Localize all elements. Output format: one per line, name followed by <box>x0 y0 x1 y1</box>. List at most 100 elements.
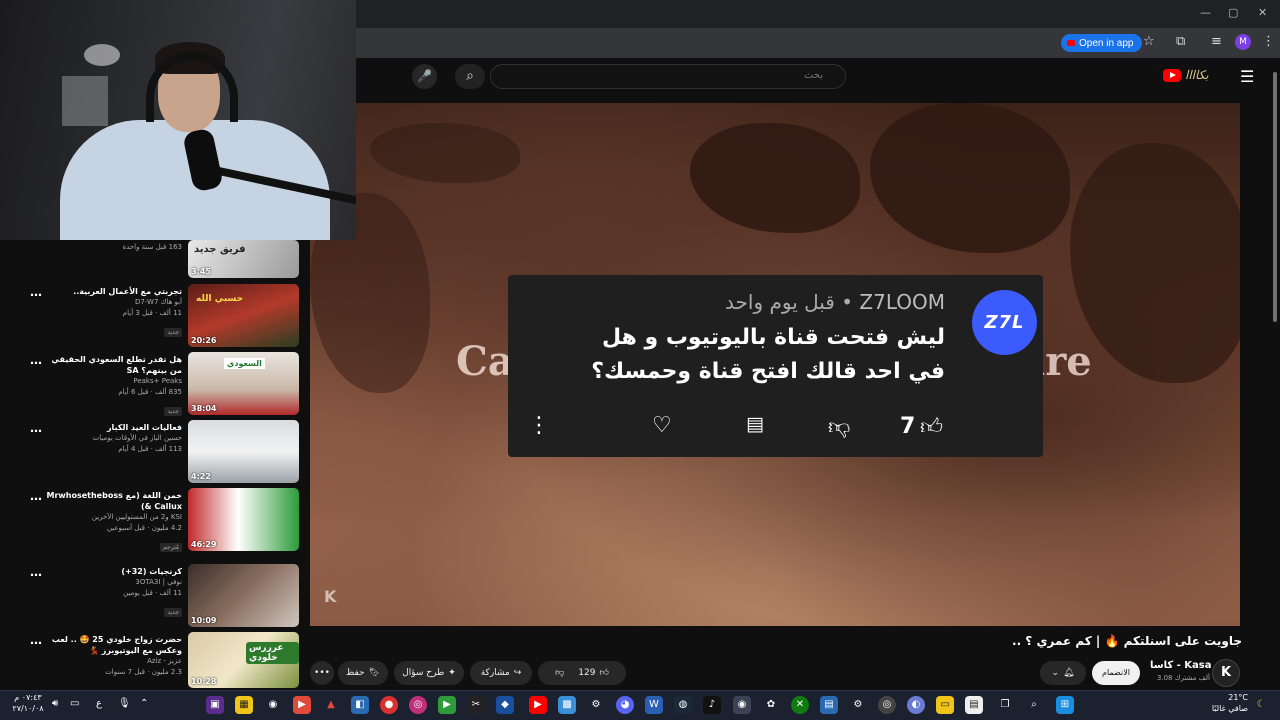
chrome-icon[interactable]: ◉ <box>733 696 751 714</box>
more-options-icon[interactable]: ⋯ <box>30 288 42 302</box>
more-options-icon[interactable]: ⋯ <box>30 492 42 506</box>
search-input[interactable]: بحث <box>490 64 846 89</box>
more-actions-button[interactable]: ••• <box>310 661 334 685</box>
chevron-up-icon[interactable]: ⌃ <box>140 698 148 709</box>
photos-icon[interactable]: ▩ <box>558 696 576 714</box>
steam-icon[interactable]: ◍ <box>674 696 692 714</box>
video-thumbnail[interactable]: 10:09 <box>188 564 299 627</box>
video-stats: 4.2 مليون · قبل أسبوعين <box>106 524 182 532</box>
taskbar-clock[interactable]: ٠٧:٤٣ م ٢٧/١٠/٠٨ <box>8 692 48 714</box>
ask-button[interactable]: ✦ طرح سؤال <box>394 661 464 685</box>
video-duration: 38:04 <box>191 404 217 413</box>
heart-icon[interactable]: ♡ <box>652 413 672 438</box>
chevron-down-icon: ⌄ <box>1051 668 1060 678</box>
list-item[interactable]: 46:29 ⋯ خمن اللغة (مع Mrwhosetheboss & C… <box>0 488 310 554</box>
extensions-icon[interactable]: ⧉ <box>1176 34 1185 49</box>
hamburger-icon[interactable]: ☰ <box>1240 67 1254 86</box>
channel-logo[interactable]: بكاااا <box>1185 68 1209 82</box>
close-icon[interactable]: ✕ <box>1258 6 1267 19</box>
video-thumbnail[interactable]: حسبي الله 20:26 <box>188 284 299 347</box>
taskbar-weather[interactable]: 21°C صافي غالبًا <box>1208 692 1248 714</box>
join-button[interactable]: الانضمام <box>1092 661 1140 685</box>
mic-tray-icon[interactable]: 🎙︎ <box>118 698 131 709</box>
media-icon[interactable]: ≡ <box>1211 34 1222 49</box>
keyboard-language[interactable]: ع <box>96 698 102 709</box>
video-thumbnail[interactable]: 4:22 <box>188 420 299 483</box>
video-thumbnail[interactable]: 46:29 <box>188 488 299 551</box>
share-button[interactable]: ↪ مشاركة <box>470 661 532 685</box>
comment-avatar[interactable]: Z7L <box>972 290 1037 355</box>
start-icon[interactable]: ⊞ <box>1056 696 1074 714</box>
app-icon-9[interactable]: W <box>645 696 663 714</box>
video-title: حضرت زواج خلودي 25 🤩 .. لعب وعكس مع اليو… <box>51 635 182 655</box>
minimize-icon[interactable]: — <box>1200 6 1211 19</box>
taskbar-search-icon[interactable]: ⌕ <box>1025 696 1043 714</box>
video-thumbnail[interactable]: السعودي 38:04 <box>188 352 299 415</box>
video-watermark: K <box>324 587 337 606</box>
app-icon-13[interactable]: ◎ <box>878 696 896 714</box>
app-icon-4[interactable]: ◧ <box>351 696 369 714</box>
subscribe-bell-button[interactable]: 🔔︎ ⌄ <box>1040 661 1086 685</box>
star-icon[interactable]: ☆ <box>1143 34 1155 49</box>
video-channel: KSI و2 من المستوليين الآخرين <box>91 513 182 521</box>
task-view-icon[interactable]: ❐ <box>996 696 1014 714</box>
restore-icon[interactable]: ▢ <box>1228 6 1238 19</box>
app-icon-2[interactable]: ▶ <box>293 696 311 714</box>
app-icon-14[interactable]: ◐ <box>907 696 925 714</box>
xbox-icon[interactable]: ✕ <box>791 696 809 714</box>
rock-formation <box>870 103 1070 253</box>
open-in-app-label: Open in app <box>1079 37 1134 49</box>
comment-author[interactable]: Z7LOOM <box>859 290 945 314</box>
channel-avatar[interactable]: K <box>1212 659 1240 687</box>
rock-formation <box>690 123 860 233</box>
dislike-icon[interactable]: 👎︎ <box>828 413 850 440</box>
speaker-icon[interactable]: 🔊︎ <box>52 698 58 709</box>
youtube-logo-icon[interactable] <box>1163 69 1181 82</box>
obs-icon[interactable]: ◉ <box>264 696 282 714</box>
thumbnail-text: فريق جديد <box>194 244 246 255</box>
kebab-menu-icon[interactable]: ⋮ <box>1262 34 1275 49</box>
channel-name[interactable]: كاسا - Kasa <box>1150 660 1211 671</box>
network-icon[interactable]: ▭ <box>70 698 79 709</box>
reply-icon[interactable]: ▤ <box>746 413 764 435</box>
video-thumbnail[interactable]: عرررس خلودي 10:28 <box>188 632 299 688</box>
explorer-icon[interactable]: ▭ <box>936 696 954 714</box>
profile-avatar[interactable]: M <box>1235 34 1251 50</box>
video-thumbnail[interactable]: فريق جديد 3:45 <box>188 240 299 278</box>
app-icon-7[interactable]: ▶ <box>438 696 456 714</box>
list-item[interactable]: حسبي الله 20:26 ⋯ تجربتي مع الأعمال العر… <box>0 284 310 350</box>
app-icon-11[interactable]: ▤ <box>820 696 838 714</box>
open-in-app-button[interactable]: Open in app <box>1061 34 1142 52</box>
search-icon[interactable]: ⌕ <box>455 64 485 89</box>
app-icon-1[interactable]: ▣ <box>206 696 224 714</box>
more-options-icon[interactable]: ⋯ <box>30 356 42 370</box>
list-item[interactable]: 10:09 ⋯ كرنجيات (32+) نوفي | 3OTA3I 11 أ… <box>0 564 310 630</box>
list-item[interactable]: عرررس خلودي 10:28 ⋯ حضرت زواج خلودي 25 🤩… <box>0 632 310 698</box>
app-icon-3[interactable]: ▲ <box>322 696 340 714</box>
more-options-icon[interactable]: ⋯ <box>30 424 42 438</box>
settings-icon[interactable]: ⚙ <box>587 696 605 714</box>
notepad-icon[interactable]: ▤ <box>965 696 983 714</box>
save-button[interactable]: 🔖︎ حفظ <box>338 661 388 685</box>
more-options-icon[interactable]: ⋯ <box>30 568 42 582</box>
mic-icon[interactable]: 🎤 <box>412 64 437 89</box>
more-vert-icon[interactable]: ⋮ <box>528 413 550 438</box>
tiktok-icon[interactable]: ♪ <box>703 696 721 714</box>
like-icon[interactable]: 👍︎ <box>920 413 943 440</box>
comment-card: Z7L Z7LOOM • قبل يوم واحد ليش فتحت قناة … <box>508 275 1043 457</box>
list-item[interactable]: 4:22 ⋯ فعاليات العيد الكبار حسين الباز ف… <box>0 420 310 486</box>
screen: { "browser": { "open_in_app": "Open in a… <box>0 0 1280 720</box>
app-icon-12[interactable]: ⚙ <box>849 696 867 714</box>
app-icon-5[interactable]: ● <box>380 696 398 714</box>
app-icon-10[interactable]: ✿ <box>762 696 780 714</box>
discord-icon[interactable]: ◕ <box>616 696 634 714</box>
app-icon-6[interactable]: ◎ <box>409 696 427 714</box>
file-manager-icon[interactable]: ▦ <box>235 696 253 714</box>
list-item[interactable]: السعودي 38:04 ⋯ هل تقدر تطلع السعودي الح… <box>0 352 310 418</box>
more-options-icon[interactable]: ⋯ <box>30 636 42 650</box>
youtube-icon[interactable]: ▶ <box>529 696 547 714</box>
capcut-icon[interactable]: ✂ <box>467 696 485 714</box>
scrollbar-thumb[interactable] <box>1273 72 1277 322</box>
app-icon-8[interactable]: ◆ <box>496 696 514 714</box>
like-dislike-button[interactable]: 👍︎ 129 👎︎ <box>538 661 626 685</box>
